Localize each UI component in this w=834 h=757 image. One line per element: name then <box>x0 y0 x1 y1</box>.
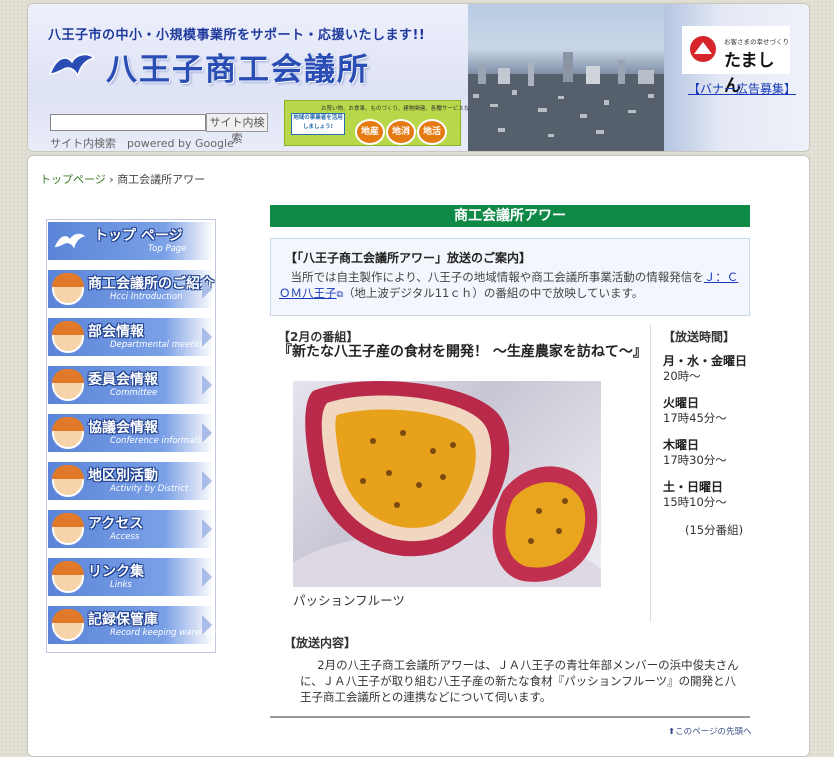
sidebar-item-sublabel: Hcci Introduction <box>110 292 183 302</box>
mascot-face-icon <box>52 417 84 449</box>
schedule-time: 17時45分～ <box>663 411 727 425</box>
chevron-right-icon <box>202 327 212 347</box>
sidebar-item-sublabel: Conference information <box>110 436 211 446</box>
program-section: 【2月の番組】 『新たな八王子産の食材を開発！ ～生産農家を訪ねて～』 パッショ… <box>270 324 650 622</box>
chisan-banner-small-text: お買い物、お食事、ものづくり、建物関連、各種サービスなどの <box>321 106 481 112</box>
chisan-badge-chisan: 地産 <box>355 119 385 145</box>
sidebar-item-sublabel: Access <box>110 532 140 542</box>
broadcast-title: 【放送内容】 <box>284 636 357 650</box>
sidebar-item-links[interactable]: リンク集 Links <box>48 558 214 597</box>
breadcrumb-separator-icon: › <box>109 173 114 186</box>
sidebar-item-label: トップ ページ <box>94 228 183 244</box>
header-banner-area: お客さまの幸せづくり たましん 【バナー広告募集】 <box>664 4 809 151</box>
section-divider <box>270 716 750 718</box>
sidebar-item-top-page[interactable]: トップ ページ Top Page <box>48 222 214 261</box>
sidebar-item-label: リンク集 <box>88 564 144 580</box>
tamashin-banner[interactable]: お客さまの幸せづくり たましん <box>682 26 790 96</box>
site-header: 八王子市の中小・小規模事業所をサポート・応援いたします!! 八王子商工会議所 サ… <box>27 3 810 152</box>
notice-title: 【「八王子商工会議所アワー」放送のご案内】 <box>285 251 532 265</box>
schedule-title: 【放送時間】 <box>663 330 736 344</box>
schedule-note: (15分番組) <box>685 523 744 537</box>
broadcast-body: 2月の八王子商工会議所アワーは、ＪＡ八王子の青壮年部メンバーの浜中俊夫さんに、Ｊ… <box>300 658 739 704</box>
site-name-logo[interactable]: 八王子商工会議所 <box>106 44 370 89</box>
mascot-face-icon <box>52 513 84 545</box>
chevron-right-icon <box>202 279 212 299</box>
breadcrumb: トップページ › 商工会議所アワー <box>40 171 205 187</box>
tamashin-logo-icon <box>690 36 716 62</box>
mascot-face-icon <box>52 561 84 593</box>
chisan-banner[interactable]: お買い物、お食事、ものづくり、建物関連、各種サービスなどの 地域の事業者を活用し… <box>284 100 480 146</box>
sidebar-item-label: 商工会議所のご紹介 <box>88 276 214 292</box>
notice-body-text: 当所では自主製作により、八王子の地域情報や商工会議所事業活動の情報発信を <box>290 270 704 284</box>
schedule-time: 20時～ <box>663 369 701 383</box>
sidebar-item-sublabel: Top Page <box>148 244 187 254</box>
schedule-time: 17時30分～ <box>663 453 727 467</box>
sidebar-item-departmental[interactable]: 部会情報 Departmental meeting <box>48 318 214 357</box>
banner-ad-link[interactable]: 【バナー広告募集】 <box>688 80 796 97</box>
search-input[interactable] <box>50 114 206 131</box>
search-caption: サイト内検索 powered by Google <box>50 137 234 150</box>
broadcast-notice-box: 【「八王子商工会議所アワー」放送のご案内】 当所では自主製作により、八王子の地域… <box>270 238 750 316</box>
city-skyline-photo <box>468 4 664 151</box>
chevron-right-icon <box>202 471 212 491</box>
program-title: 『新たな八王子産の食材を開発！ ～生産農家を訪ねて～』 <box>278 344 647 360</box>
sidebar-item-records[interactable]: 記録保管庫 Record keeping warehouse <box>48 606 226 645</box>
photo-caption: パッションフルーツ <box>293 593 405 608</box>
header-logo-area: 八王子市の中小・小規模事業所をサポート・応援いたします!! 八王子商工会議所 サ… <box>28 4 480 151</box>
chamber-logo-icon <box>54 233 86 249</box>
sidebar-item-sublabel: Activity by District <box>110 484 189 494</box>
mascot-face-icon <box>52 369 84 401</box>
sidebar-item-label: 地区別活動 <box>88 468 158 484</box>
schedule-day: 火曜日 <box>663 396 700 410</box>
sidebar-item-label: 委員会情報 <box>88 372 158 388</box>
schedule-time: 15時10分～ <box>663 495 727 509</box>
chisan-badge-chisho: 地消 <box>386 119 416 145</box>
sidebar-item-label: 記録保管庫 <box>88 612 158 628</box>
mascot-face-icon <box>52 321 84 353</box>
schedule-day: 月・水・金曜日 <box>663 354 748 368</box>
chisan-banner-note: 地域の事業者を活用しましょう! <box>291 113 345 135</box>
search-button[interactable]: サイト内検索 <box>206 113 268 145</box>
back-to-top-link[interactable]: ⬆このページの先頭へ <box>668 725 751 737</box>
notice-body-text-after: （地上波デジタル11ｃｈ）の番組の中で放映しています。 <box>342 286 644 300</box>
sidebar-nav: トップ ページ Top Page 商工会議所のご紹介 Hcci Introduc… <box>46 219 226 653</box>
sidebar-item-conference[interactable]: 協議会情報 Conference information <box>48 414 214 453</box>
schedule-day: 木曜日 <box>663 438 700 452</box>
sidebar-item-label: アクセス <box>88 516 144 532</box>
back-to-top-label: このページの先頭へ <box>675 727 752 737</box>
mascot-face-icon <box>52 465 84 497</box>
sidebar-item-sublabel: Committee <box>110 388 158 398</box>
page-title: 商工会議所アワー <box>270 205 750 227</box>
chevron-right-icon <box>202 519 212 539</box>
chevron-right-icon <box>202 423 212 443</box>
passion-fruit-photo <box>293 381 601 587</box>
tamashin-slogan: お客さまの幸せづくり <box>724 38 789 46</box>
sidebar-item-introduction[interactable]: 商工会議所のご紹介 Hcci Introduction <box>48 270 214 309</box>
sidebar-item-district[interactable]: 地区別活動 Activity by District <box>48 462 214 501</box>
chisan-badge-chikatsu: 地活 <box>417 119 447 145</box>
chevron-right-icon <box>202 567 212 587</box>
broadcast-schedule: 【放送時間】 月・水・金曜日 20時～ 火曜日 17時45分～ 木曜日 17時3… <box>650 324 751 622</box>
breadcrumb-home-link[interactable]: トップページ <box>40 173 106 186</box>
chamber-logo-icon[interactable] <box>46 48 98 82</box>
mascot-face-icon <box>52 609 84 641</box>
sidebar-item-sublabel: Departmental meeting <box>110 340 207 350</box>
schedule-day: 土・日曜日 <box>663 480 724 494</box>
chevron-right-icon <box>202 615 212 635</box>
sidebar-item-sublabel: Links <box>110 580 132 590</box>
notice-body: 当所では自主製作により、八王子の地域情報や商工会議所事業活動の情報発信をＪ：ＣＯ… <box>279 269 741 303</box>
main-panel: トップページ › 商工会議所アワー トップ ページ Top Page 商工会議所… <box>27 155 810 757</box>
sidebar-item-label: 部会情報 <box>88 324 144 340</box>
chevron-right-icon <box>202 375 212 395</box>
sidebar-item-committee[interactable]: 委員会情報 Committee <box>48 366 214 405</box>
sidebar-item-label: 協議会情報 <box>88 420 158 436</box>
site-tagline: 八王子市の中小・小規模事業所をサポート・応援いたします!! <box>48 28 426 43</box>
mascot-face-icon <box>52 273 84 305</box>
breadcrumb-current: 商工会議所アワー <box>117 173 206 186</box>
sidebar-item-access[interactable]: アクセス Access <box>48 510 214 549</box>
